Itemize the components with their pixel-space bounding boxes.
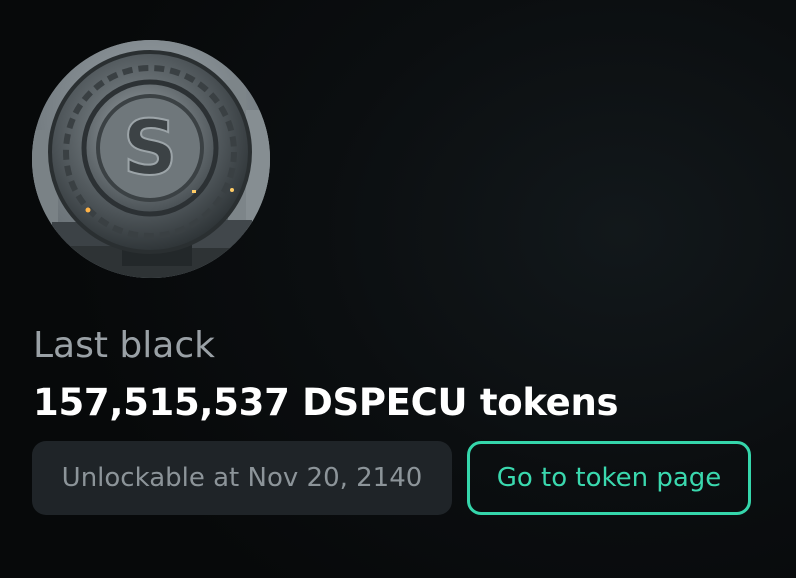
unlock-date-text: Unlockable at Nov 20, 2140: [61, 463, 423, 493]
unlock-date-badge: Unlockable at Nov 20, 2140: [32, 441, 452, 515]
go-to-token-page-button[interactable]: Go to token page: [467, 441, 751, 515]
stone-coin-s-logo-icon: S: [32, 40, 270, 278]
go-to-token-page-label: Go to token page: [496, 463, 722, 493]
token-logo-image: S: [32, 40, 270, 278]
svg-text:S: S: [123, 103, 178, 192]
lock-label: Last black: [33, 325, 215, 366]
token-amount: 157,515,537 DSPECU tokens: [33, 381, 619, 424]
token-lock-card: S Last black 157,515,537 DSPECU tokens U…: [0, 0, 796, 578]
